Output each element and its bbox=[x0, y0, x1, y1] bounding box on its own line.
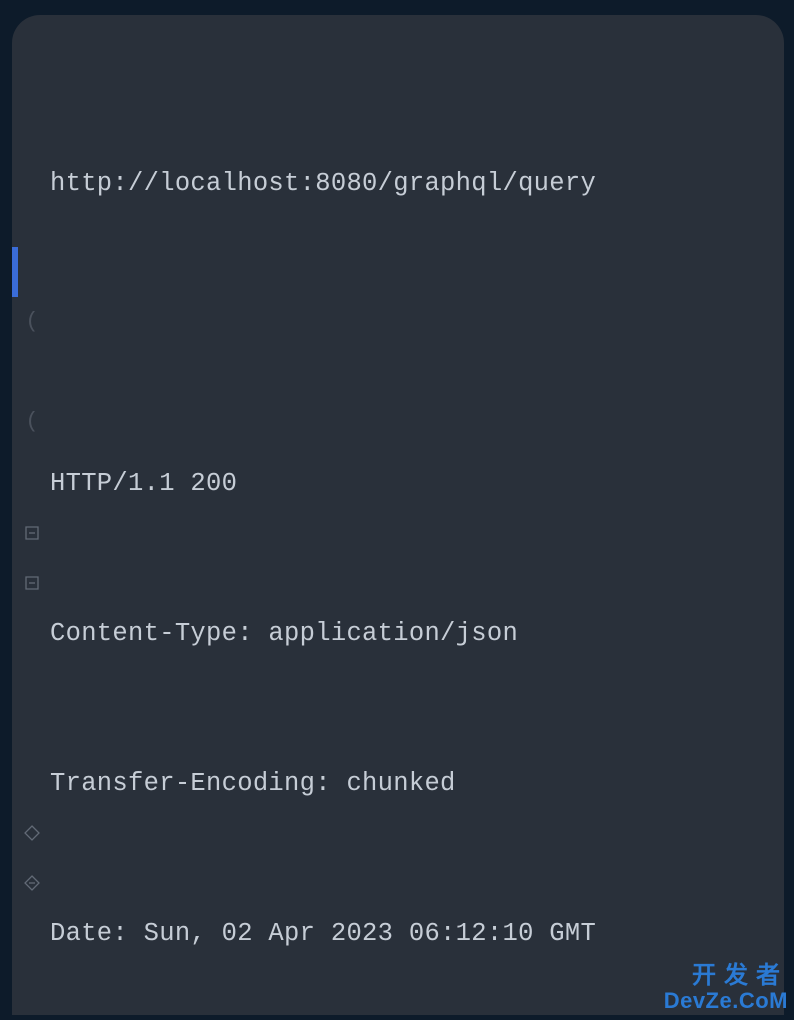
response-status: HTTP/1.1 200 bbox=[50, 459, 784, 509]
fold-icon[interactable] bbox=[22, 509, 42, 559]
response-header: Transfer-Encoding: chunked bbox=[50, 759, 784, 809]
fold-end-icon[interactable] bbox=[22, 859, 42, 909]
request-url: http://localhost:8080/graphql/query bbox=[50, 159, 784, 209]
response-header: Date: Sun, 02 Apr 2023 06:12:10 GMT bbox=[50, 909, 784, 959]
code-area[interactable]: http://localhost:8080/graphql/query HTTP… bbox=[50, 59, 784, 1015]
blank-line bbox=[50, 309, 784, 359]
fold-icon[interactable] bbox=[22, 559, 42, 609]
gutter-hint: ( bbox=[20, 297, 44, 347]
fold-end-icon[interactable] bbox=[22, 809, 42, 859]
selection-indicator bbox=[12, 247, 18, 297]
gutter-hint: ( bbox=[20, 397, 44, 447]
response-header: Content-Type: application/json bbox=[50, 609, 784, 659]
response-panel: ( ( http://localhost:8080/graphql/query … bbox=[12, 15, 784, 1015]
